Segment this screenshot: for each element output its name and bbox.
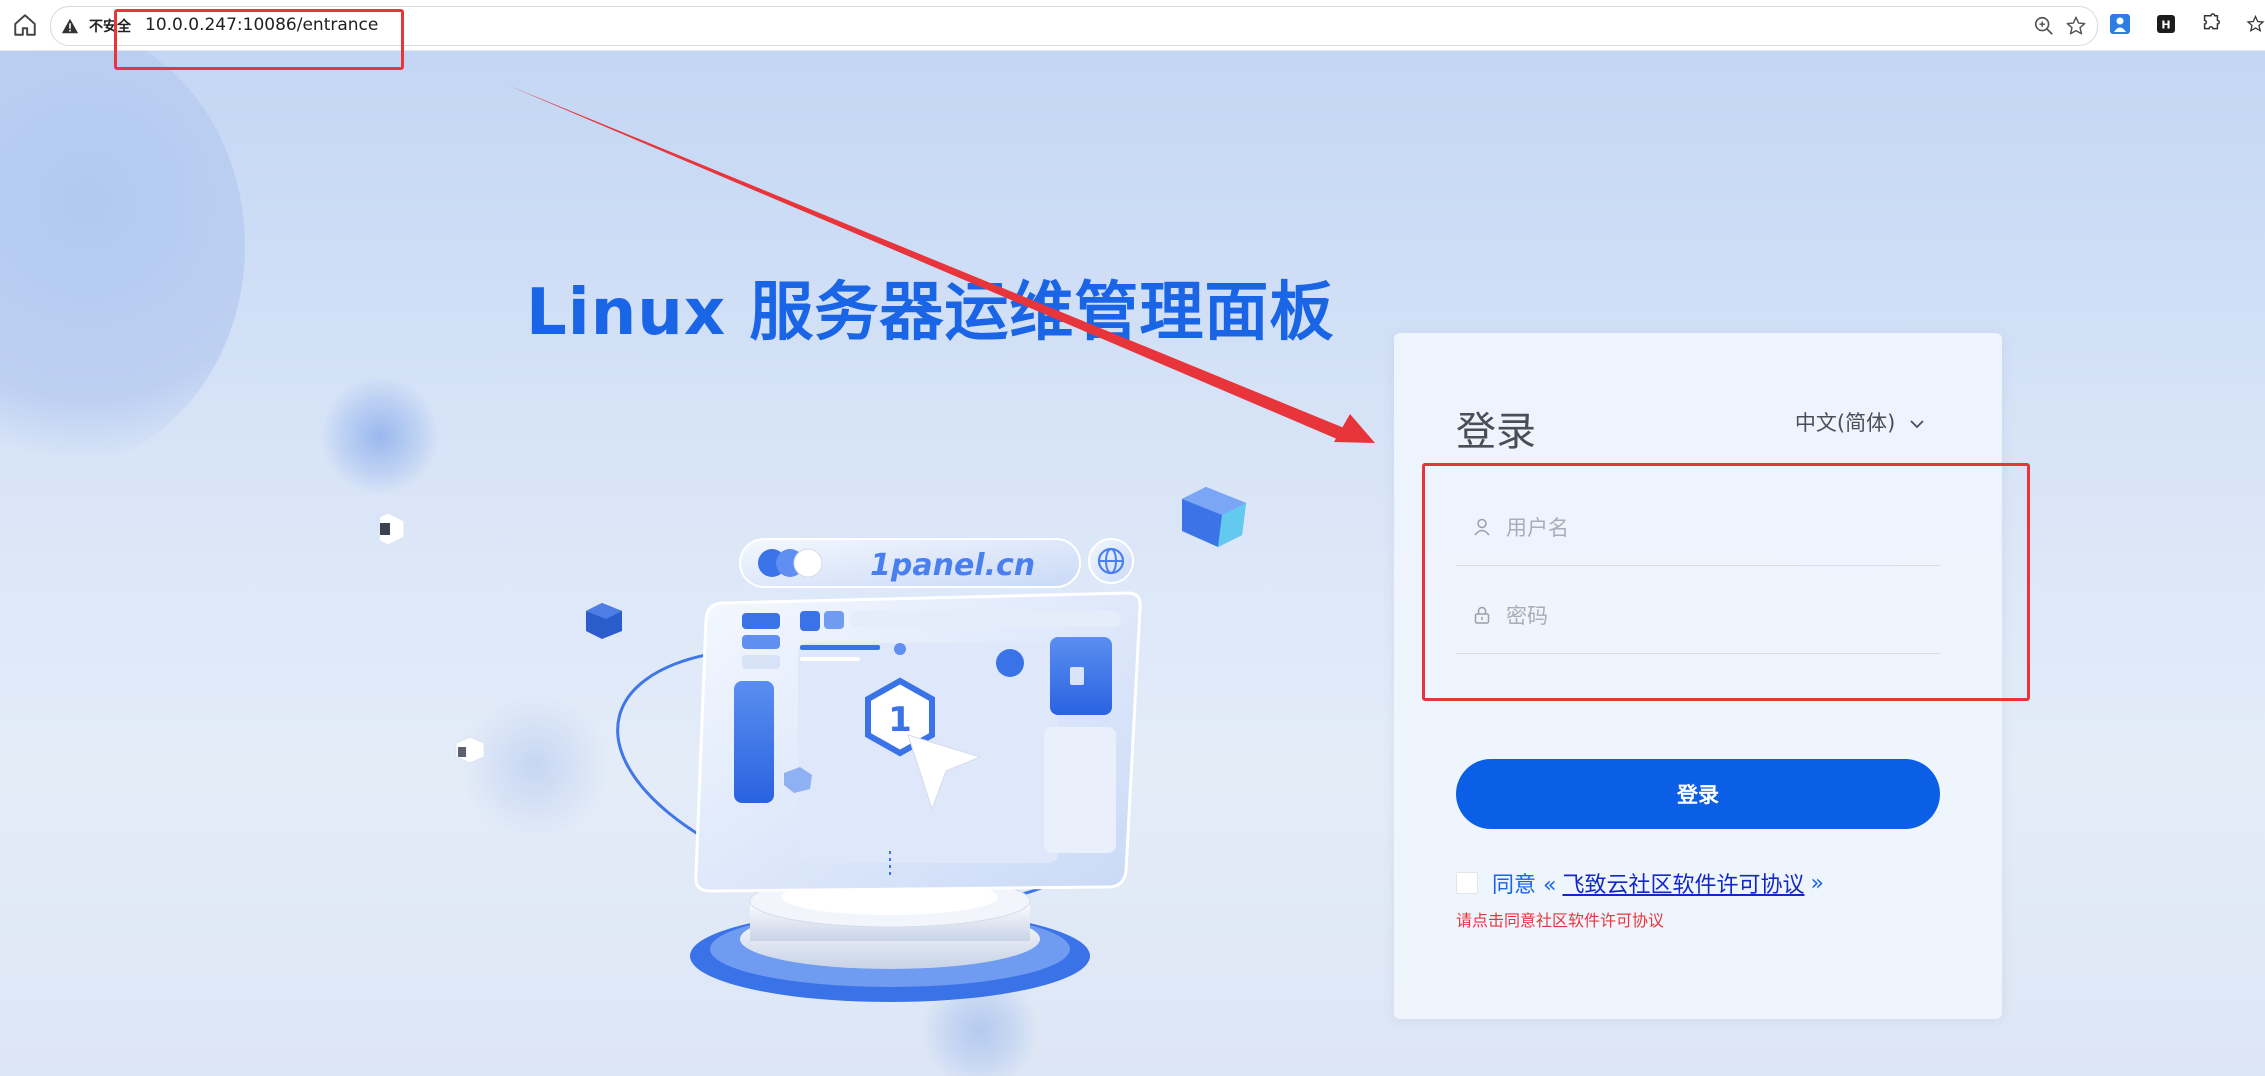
puzzle-icon[interactable] — [2200, 13, 2222, 35]
extension-icon[interactable] — [2109, 13, 2131, 35]
agreement-checkbox[interactable] — [1456, 872, 1478, 894]
login-page: Linux 服务器运维管理面板 1panel.cn 1 登录 中文(简体) 用户… — [0, 51, 2265, 1076]
star-icon[interactable] — [2246, 13, 2265, 35]
cube-decor — [380, 512, 405, 546]
hero-illustration: 1panel.cn 1 — [380, 487, 1246, 1002]
password-field — [1456, 575, 1940, 654]
agreement-row: 同意 « 飞致云社区软件许可协议 » — [1456, 867, 1824, 899]
agreement-prefix: 同意 « — [1492, 873, 1557, 898]
zoom-icon[interactable] — [2033, 15, 2055, 37]
license-link[interactable]: 飞致云社区软件许可协议 — [1562, 867, 1804, 899]
agreement-suffix: » — [1810, 870, 1824, 896]
svg-text:H: H — [2161, 19, 2170, 32]
lock-icon — [1474, 606, 1490, 624]
svg-text:1: 1 — [888, 700, 912, 740]
username-field — [1456, 487, 1940, 566]
extension-icon[interactable]: H — [2155, 13, 2177, 35]
hero-title: Linux 服务器运维管理面板 — [526, 276, 1335, 350]
cube-decor — [1182, 487, 1246, 547]
star-icon[interactable] — [2065, 15, 2087, 37]
language-selector[interactable]: 中文(简体) — [1795, 407, 1924, 437]
login-card: 登录 中文(简体) 登录 同意 « 飞致云社 — [1394, 333, 2002, 1019]
login-button[interactable]: 登录 — [1456, 759, 1940, 829]
password-input[interactable] — [1504, 593, 1928, 639]
language-label: 中文(简体) — [1794, 411, 1896, 435]
security-label[interactable]: 不安全 — [89, 16, 131, 36]
home-icon[interactable] — [12, 12, 38, 38]
address-bar[interactable]: 不安全 10.0.0.247:10086/entrance — [50, 6, 2098, 46]
cube-decor — [586, 603, 622, 639]
browser-toolbar: 不安全 10.0.0.247:10086/entrance H — [0, 0, 2265, 51]
username-input[interactable] — [1504, 505, 1928, 551]
cube-decor — [455, 736, 485, 764]
login-title: 登录 — [1456, 409, 1536, 455]
agreement-hint: 请点击同意社区软件许可协议 — [1456, 911, 1665, 930]
user-icon — [1474, 518, 1490, 536]
chevron-down-icon — [1910, 420, 1924, 429]
warning-icon[interactable] — [61, 17, 79, 35]
url-text[interactable]: 10.0.0.247:10086/entrance — [145, 15, 378, 35]
illustration-domain: 1panel.cn — [870, 548, 1035, 583]
decor-orb — [0, 51, 245, 471]
